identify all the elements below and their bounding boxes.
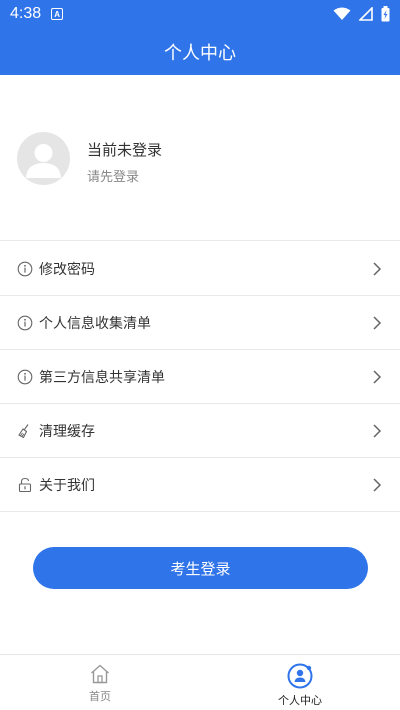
status-time: 4:38 bbox=[10, 5, 42, 22]
menu-list: 修改密码 个人信息收集清单 第三方信息共享清单 清理缓存 关于我们 bbox=[0, 242, 400, 512]
default-avatar-icon bbox=[26, 144, 61, 178]
menu-item-about-us[interactable]: 关于我们 bbox=[0, 458, 400, 512]
menu-item-personal-info-list[interactable]: 个人信息收集清单 bbox=[0, 296, 400, 350]
status-icons bbox=[333, 6, 390, 22]
wifi-icon bbox=[333, 7, 351, 20]
chevron-right-icon bbox=[373, 262, 382, 276]
menu-item-third-party-sharing-list[interactable]: 第三方信息共享清单 bbox=[0, 350, 400, 404]
menu-item-label: 清理缓存 bbox=[39, 423, 95, 440]
student-login-button[interactable]: 考生登录 bbox=[33, 547, 368, 589]
notification-a-icon: A bbox=[51, 8, 64, 20]
menu-item-label: 关于我们 bbox=[39, 477, 95, 494]
menu-item-change-password[interactable]: 修改密码 bbox=[0, 242, 400, 296]
home-icon bbox=[91, 664, 109, 684]
chevron-right-icon bbox=[373, 424, 382, 438]
info-circle-icon bbox=[17, 369, 33, 385]
chevron-right-icon bbox=[373, 316, 382, 330]
chevron-right-icon bbox=[373, 370, 382, 384]
profile-section[interactable]: 当前未登录 请先登录 bbox=[0, 75, 400, 241]
login-status-text: 当前未登录 bbox=[87, 141, 163, 159]
lock-icon bbox=[17, 477, 33, 493]
bottom-tab-bar: 首页 个人中心 bbox=[0, 654, 400, 710]
status-bar: 4:38 A bbox=[0, 0, 400, 28]
user-center-icon bbox=[287, 663, 313, 689]
menu-item-clear-cache[interactable]: 清理缓存 bbox=[0, 404, 400, 458]
chevron-right-icon bbox=[373, 478, 382, 492]
title-bar: 个人中心 bbox=[0, 28, 400, 75]
tab-user-center[interactable]: 个人中心 bbox=[200, 655, 400, 710]
menu-item-label: 个人信息收集清单 bbox=[39, 315, 151, 332]
avatar[interactable] bbox=[17, 132, 70, 185]
signal-icon bbox=[359, 7, 373, 21]
tab-home[interactable]: 首页 bbox=[0, 655, 200, 710]
info-circle-icon bbox=[17, 315, 33, 331]
tab-label: 个人中心 bbox=[278, 694, 322, 707]
info-circle-icon bbox=[17, 261, 33, 277]
login-hint-text[interactable]: 请先登录 bbox=[87, 166, 139, 185]
menu-item-label: 修改密码 bbox=[39, 261, 95, 278]
tab-label: 首页 bbox=[89, 690, 111, 703]
battery-icon bbox=[381, 6, 390, 22]
broom-icon bbox=[17, 423, 33, 439]
menu-item-label: 第三方信息共享清单 bbox=[39, 369, 165, 386]
page-title: 个人中心 bbox=[164, 42, 236, 64]
